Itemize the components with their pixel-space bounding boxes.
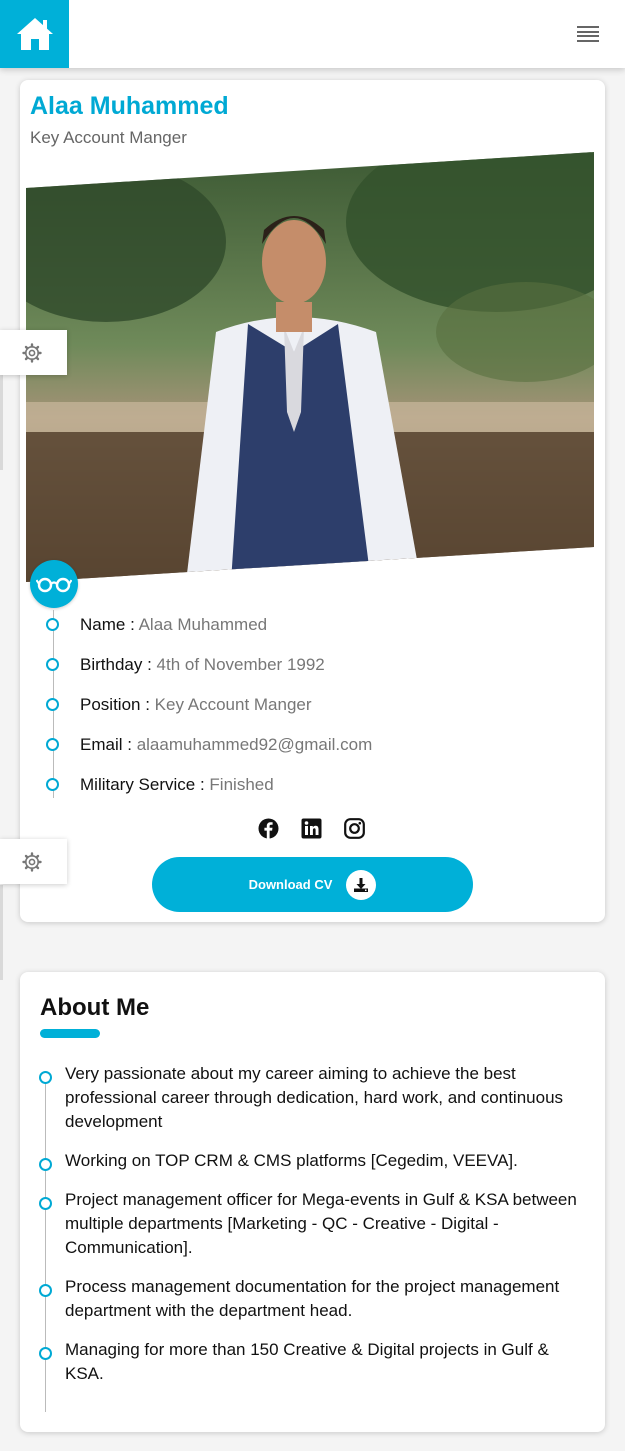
profile-photo	[26, 152, 594, 582]
about-item: Managing for more than 150 Creative & Di…	[39, 1338, 584, 1386]
info-value: Alaa Muhammed	[138, 615, 268, 634]
gear-icon	[22, 342, 42, 363]
about-item: Very passionate about my career aiming t…	[39, 1062, 584, 1134]
profile-card: Alaa Muhammed Key Account Manger Name: …	[20, 80, 605, 922]
glasses-badge	[30, 560, 78, 608]
info-label: Birthday :	[80, 655, 152, 674]
info-label: Name :	[80, 615, 135, 634]
info-label: Position :	[80, 695, 150, 714]
gear-icon	[22, 851, 42, 872]
about-item-text: Project management officer for Mega-even…	[65, 1190, 577, 1257]
linkedin-icon[interactable]	[301, 818, 322, 839]
timeline-dot	[46, 698, 59, 711]
download-cv-label: Download CV	[248, 877, 333, 892]
profile-role: Key Account Manger	[30, 128, 187, 147]
download-icon	[346, 869, 377, 900]
settings-toggle-button[interactable]	[0, 330, 67, 375]
about-list: Very passionate about my career aiming t…	[39, 1062, 584, 1401]
hamburger-menu-icon[interactable]	[577, 26, 599, 42]
settings-toggle-button[interactable]	[0, 839, 67, 884]
info-label: Military Service :	[80, 775, 205, 794]
timeline-dot	[46, 618, 59, 631]
info-item-name: Name : Alaa Muhammed	[46, 612, 372, 652]
timeline-dot	[39, 1158, 52, 1171]
about-item-text: Very passionate about my career aiming t…	[65, 1064, 564, 1131]
info-item-military-service: Military Service : Finished	[46, 772, 372, 812]
download-cv-button[interactable]: Download CV	[152, 857, 473, 912]
info-label: Email :	[80, 735, 132, 754]
top-bar	[0, 0, 625, 68]
timeline-dot	[46, 778, 59, 791]
info-item-position: Position : Key Account Manger	[46, 692, 372, 732]
timeline-dot	[39, 1347, 52, 1360]
timeline-dot	[39, 1197, 52, 1210]
info-item-email: Email : alaamuhammed92@gmail.com	[46, 732, 372, 772]
info-value: Finished	[209, 775, 274, 794]
about-item-text: Working on TOP CRM & CMS platforms [Cege…	[65, 1151, 518, 1170]
about-card: About Me Very passionate about my career…	[20, 972, 605, 1432]
title-underline	[40, 1029, 100, 1038]
about-item-text: Managing for more than 150 Creative & Di…	[65, 1340, 549, 1383]
instagram-icon[interactable]	[344, 818, 365, 839]
timeline-dot	[46, 658, 59, 671]
profile-name: Alaa Muhammed	[30, 92, 229, 120]
email-link[interactable]: alaamuhammed92@gmail.com	[137, 735, 373, 754]
timeline-dot	[46, 738, 59, 751]
glasses-icon	[36, 577, 72, 593]
info-value: Key Account Manger	[154, 695, 312, 714]
info-list: Name : Alaa Muhammed Birthday : 4th of N…	[46, 612, 372, 812]
about-item: Project management officer for Mega-even…	[39, 1188, 584, 1260]
about-item: Working on TOP CRM & CMS platforms [Cege…	[39, 1149, 584, 1173]
about-item: Process management documentation for the…	[39, 1275, 584, 1323]
timeline-dot	[39, 1071, 52, 1084]
timeline-dot	[39, 1284, 52, 1297]
home-icon	[16, 18, 53, 50]
home-button[interactable]	[0, 0, 69, 68]
about-item-text: Process management documentation for the…	[65, 1277, 560, 1320]
facebook-icon[interactable]	[258, 818, 279, 839]
info-value: 4th of November 1992	[156, 655, 325, 674]
about-title: About Me	[40, 994, 150, 1021]
info-item-birthday: Birthday : 4th of November 1992	[46, 652, 372, 692]
social-links	[258, 818, 365, 839]
side-strip	[0, 375, 3, 470]
side-strip	[0, 885, 3, 980]
